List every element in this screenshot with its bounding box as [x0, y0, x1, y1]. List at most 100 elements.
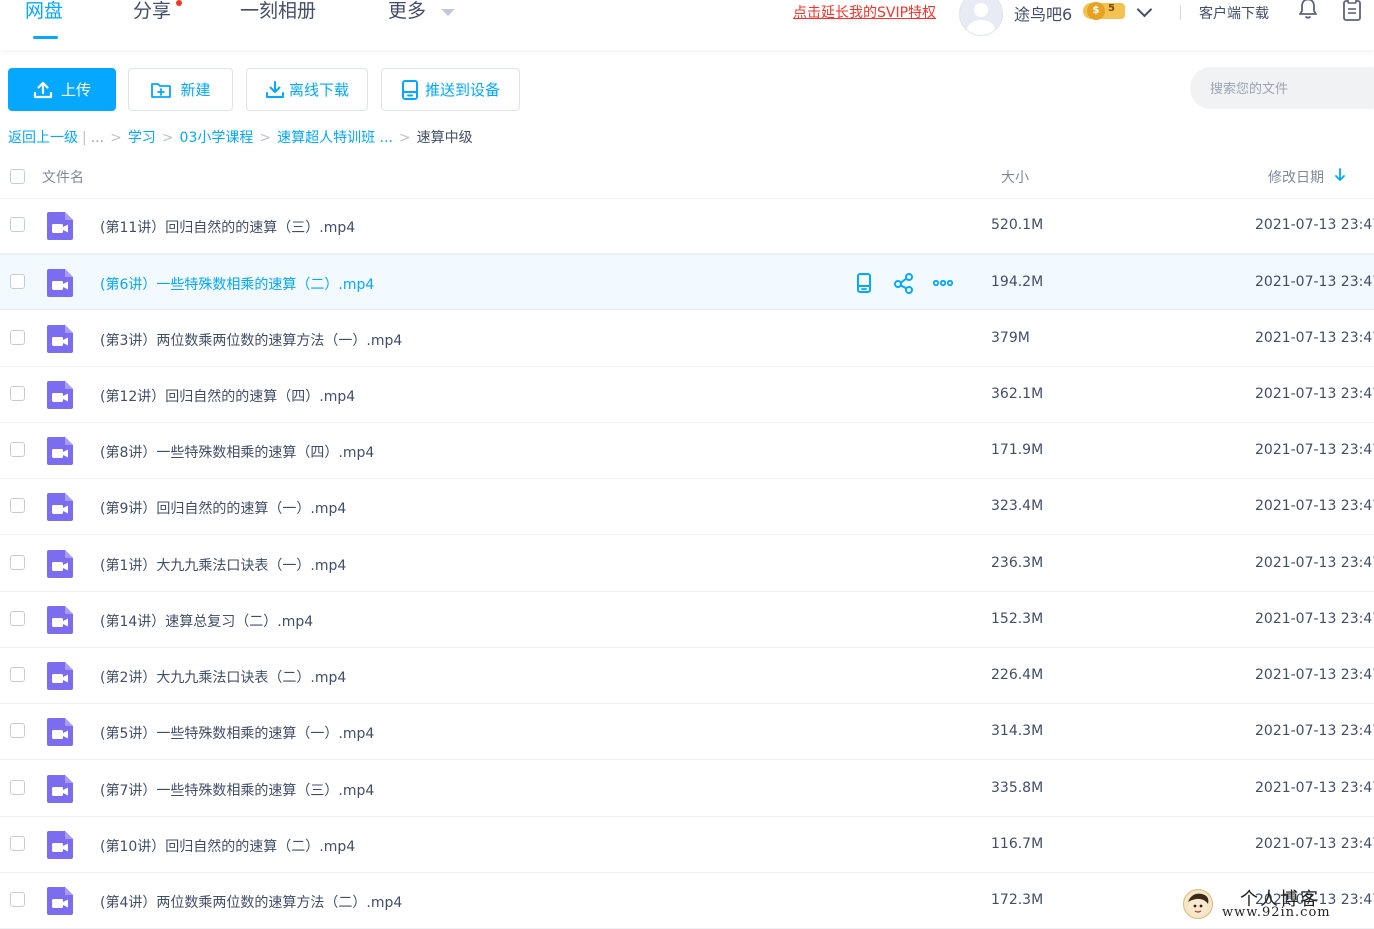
active-tab-indicator	[33, 36, 58, 39]
watermark-logo	[1183, 889, 1213, 919]
table-row[interactable]: (第7讲）一些特殊数相乘的速算（三）.mp4 335.8M 2021-07-13 2…	[0, 761, 1374, 817]
cartoon-face-icon	[1188, 893, 1209, 915]
row-checkbox[interactable]	[10, 892, 25, 907]
row-checkbox[interactable]	[10, 836, 25, 851]
video-file-icon	[46, 830, 74, 860]
file-modified-date: 2021-07-13 23:47	[1255, 667, 1374, 683]
watermark-url: www.92in.com	[1222, 905, 1331, 920]
search-input[interactable]	[1208, 67, 1374, 111]
table-row[interactable]: (第10讲）回归自然的的速算（二）.mp4 116.7M 2021-07-13 23…	[0, 817, 1374, 873]
file-name[interactable]: (第6讲）一些特殊数相乘的速算（二）.mp4	[100, 274, 374, 294]
file-name[interactable]: (第4讲）两位数乘两位数的速算方法（二）.mp4	[100, 892, 402, 912]
table-row[interactable]: (第4讲）两位数乘两位数的速算方法（二）.mp4 172.3M 2021-07-13…	[0, 873, 1374, 929]
file-size: 520.1M	[991, 217, 1044, 233]
file-name[interactable]: (第5讲）一些特殊数相乘的速算（一）.mp4	[100, 723, 374, 743]
push-to-device-button[interactable]: 推送到设备	[381, 68, 520, 111]
file-size: 171.9M	[991, 442, 1044, 458]
chevron-down-icon[interactable]	[1136, 1, 1153, 18]
file-name[interactable]: (第7讲）一些特殊数相乘的速算（三）.mp4	[100, 780, 374, 800]
breadcrumb-item-training[interactable]: 速算超人特训班 ...	[277, 127, 393, 147]
file-modified-date: 2021-07-13 23:47	[1255, 723, 1374, 739]
row-checkbox[interactable]	[10, 667, 25, 682]
file-name[interactable]: (第8讲）一些特殊数相乘的速算（四）.mp4	[100, 442, 374, 462]
more-icon[interactable]	[932, 272, 954, 294]
bell-icon[interactable]	[1298, 0, 1318, 20]
clipboard-icon[interactable]	[1342, 0, 1362, 22]
video-file-icon	[46, 436, 74, 466]
nav-tab-album[interactable]: 一刻相册	[240, 0, 316, 26]
table-row[interactable]: (第2讲）大九九乘法口诀表（二）.mp4 226.4M 2021-07-13 23:…	[0, 648, 1374, 704]
nav-tab-more[interactable]: 更多	[388, 0, 426, 26]
offline-download-label: 离线下载	[288, 81, 349, 99]
row-checkbox[interactable]	[10, 611, 25, 626]
file-modified-date: 2021-07-13 23:47	[1255, 780, 1374, 796]
video-file-icon	[46, 886, 74, 916]
file-modified-date: 2021-07-13 23:47	[1255, 386, 1374, 402]
row-checkbox[interactable]	[10, 217, 25, 232]
video-file-icon	[46, 211, 74, 241]
file-size: 335.8M	[991, 780, 1044, 796]
row-checkbox[interactable]	[10, 498, 25, 513]
username[interactable]: 途鸟吧6	[1014, 1, 1072, 25]
file-name[interactable]: (第10讲）回归自然的的速算（二）.mp4	[100, 836, 355, 856]
file-name[interactable]: (第14讲）速算总复习（二）.mp4	[100, 611, 313, 631]
column-header-name[interactable]: 文件名	[42, 167, 84, 187]
sort-desc-icon[interactable]	[1334, 168, 1346, 182]
row-checkbox[interactable]	[10, 274, 25, 289]
table-row[interactable]: (第1讲）大九九乘法口诀表（一）.mp4 236.3M 2021-07-13 23:…	[0, 536, 1374, 592]
file-name[interactable]: (第1讲）大九九乘法口诀表（一）.mp4	[100, 555, 346, 575]
top-nav-bar: 网盘 分享 一刻相册 更多 点击延长我的SVIP特权 途鸟吧6 $ 5 客户端下…	[0, 0, 1374, 50]
nav-tab-netdisk[interactable]: 网盘	[25, 0, 63, 26]
svip-renew-link[interactable]: 点击延长我的SVIP特权	[793, 2, 936, 22]
back-link[interactable]: 返回上一级	[8, 127, 78, 147]
coin-icon: $	[1087, 2, 1105, 20]
table-row[interactable]: (第3讲）两位数乘两位数的速算方法（一）.mp4 379M 2021-07-13 2…	[0, 311, 1374, 367]
avatar-head-shape	[974, 3, 988, 17]
breadcrumb-separator: >	[161, 130, 174, 146]
row-checkbox[interactable]	[10, 386, 25, 401]
video-file-icon	[46, 380, 74, 410]
select-all-checkbox[interactable]	[10, 169, 25, 184]
video-file-icon	[46, 268, 74, 298]
row-checkbox[interactable]	[10, 330, 25, 345]
video-file-icon	[46, 661, 74, 691]
table-row[interactable]: (第5讲）一些特殊数相乘的速算（一）.mp4 314.3M 2021-07-13 2…	[0, 704, 1374, 760]
file-name[interactable]: (第3讲）两位数乘两位数的速算方法（一）.mp4	[100, 330, 402, 350]
avatar[interactable]	[959, 0, 1003, 36]
file-name[interactable]: (第9讲）回归自然的的速算（一）.mp4	[100, 498, 346, 518]
upload-button[interactable]: 上传	[8, 68, 116, 111]
breadcrumb-ellipsis[interactable]: ...	[91, 130, 104, 146]
table-row[interactable]: (第8讲）一些特殊数相乘的速算（四）.mp4 171.9M 2021-07-13 2…	[0, 423, 1374, 479]
row-checkbox[interactable]	[10, 723, 25, 738]
file-name[interactable]: (第12讲）回归自然的的速算（四）.mp4	[100, 386, 355, 406]
table-row[interactable]: (第14讲）速算总复习（二）.mp4 152.3M 2021-07-13 23:47	[0, 592, 1374, 648]
breadcrumb-item-primary-course[interactable]: 03小学课程	[180, 127, 254, 147]
row-checkbox[interactable]	[10, 555, 25, 570]
share-icon[interactable]	[893, 272, 915, 294]
new-label: 新建	[180, 81, 211, 99]
new-folder-button[interactable]: 新建	[128, 68, 233, 111]
caret-down-icon[interactable]	[441, 9, 455, 16]
row-checkbox[interactable]	[10, 442, 25, 457]
breadcrumb-divider: |	[82, 130, 87, 146]
offline-download-button[interactable]: 离线下载	[246, 68, 368, 111]
phone-push-icon[interactable]	[853, 272, 875, 294]
breadcrumb: 返回上一级 |... > 学习 >03小学课程 > 速算超人特训班 ... > 速算中级	[8, 127, 473, 147]
file-modified-date: 2021-07-13 23:47	[1255, 836, 1374, 852]
table-row[interactable]: (第12讲）回归自然的的速算（四）.mp4 362.1M 2021-07-13 23…	[0, 367, 1374, 423]
breadcrumb-item-study[interactable]: 学习	[128, 127, 156, 147]
table-row[interactable]: (第11讲）回归自然的的速算（三）.mp4 520.1M 2021-07-13 23…	[0, 198, 1374, 254]
file-modified-date: 2021-07-13 23:47	[1255, 555, 1374, 571]
file-name[interactable]: (第11讲）回归自然的的速算（三）.mp4	[100, 217, 355, 237]
client-download-link[interactable]: 客户端下载	[1199, 3, 1269, 23]
upload-icon	[33, 81, 53, 98]
file-modified-date: 2021-07-13 23:47	[1255, 217, 1374, 233]
row-checkbox[interactable]	[10, 780, 25, 795]
column-header-size[interactable]: 大小	[1001, 167, 1029, 187]
table-row[interactable]: (第6讲）一些特殊数相乘的速算（二）.mp4 194.2M 2021-07-13 2…	[0, 254, 1374, 310]
file-name[interactable]: (第2讲）大九九乘法口诀表（二）.mp4	[100, 667, 346, 687]
column-header-modified[interactable]: 修改日期	[1268, 167, 1324, 187]
table-row[interactable]: (第9讲）回归自然的的速算（一）.mp4 323.4M 2021-07-13 23:…	[0, 479, 1374, 535]
nav-tab-share[interactable]: 分享	[133, 0, 171, 26]
file-size: 116.7M	[991, 836, 1044, 852]
